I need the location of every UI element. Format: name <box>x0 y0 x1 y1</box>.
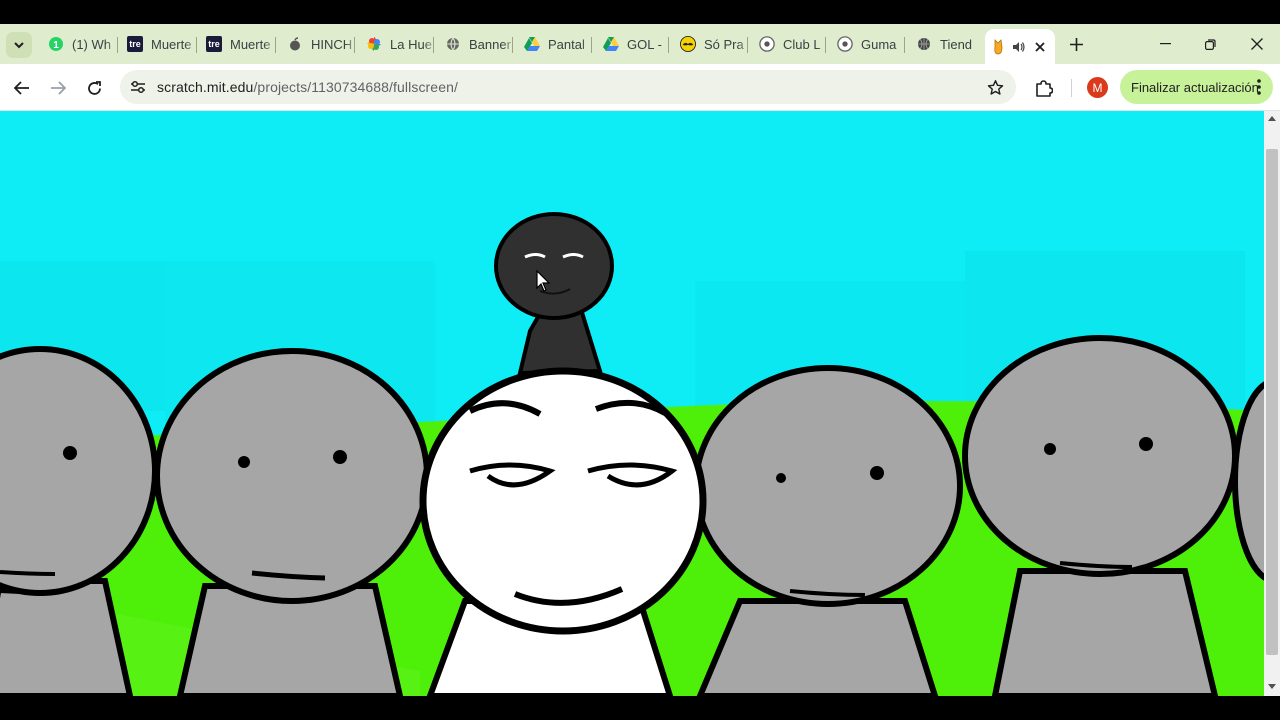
google-drive-icon <box>524 36 540 52</box>
tab-separator <box>512 37 513 53</box>
puzzle-icon <box>1036 80 1053 97</box>
more-menu-icon[interactable] <box>1257 79 1261 98</box>
whatsapp-icon: 1 <box>48 36 64 52</box>
tab-guma[interactable]: Guma <box>831 29 909 59</box>
apple-icon <box>287 36 303 52</box>
restore-button[interactable] <box>1190 30 1230 58</box>
tab-separator <box>825 37 826 53</box>
tab-hinch[interactable]: HINCH <box>281 29 359 59</box>
tab-label: Banner <box>469 36 511 52</box>
url-host: scratch.mit.edu <box>157 79 254 95</box>
plus-icon <box>1069 37 1083 51</box>
soccer-icon <box>759 36 775 52</box>
basketball-icon <box>916 36 932 52</box>
arrow-right-icon <box>51 81 66 95</box>
close-tab-icon[interactable] <box>1033 40 1047 54</box>
tre-icon: tre <box>127 36 143 52</box>
tab-banner[interactable]: Banner <box>439 29 517 59</box>
extensions-button[interactable] <box>1030 74 1058 102</box>
scrollbar-thumb[interactable] <box>1266 149 1278 655</box>
update-button[interactable]: Finalizar actualización <box>1120 70 1273 104</box>
tab-label: Muerte <box>230 36 271 52</box>
scratch-project-stage[interactable] <box>0 111 1264 696</box>
tab-separator <box>354 37 355 53</box>
gray-character-right <box>693 365 963 696</box>
stage-scene <box>0 111 1264 696</box>
profile-avatar[interactable]: M <box>1087 77 1108 98</box>
tab-gol[interactable]: GOL - <box>597 29 675 59</box>
tab-separator <box>117 37 118 53</box>
arrow-left-icon <box>14 81 29 95</box>
tab-la-hue[interactable]: La Hue <box>360 29 438 59</box>
tab-tienda[interactable]: Tiend <box>910 29 988 59</box>
tab-club[interactable]: Club L <box>753 29 831 59</box>
tab-search-button[interactable] <box>6 32 32 58</box>
tab-whatsapp[interactable]: 1 (1) Wh <box>42 29 120 59</box>
tab-label: Tiend <box>940 36 973 52</box>
video-letterbox-top <box>0 0 1280 24</box>
browser-tab-strip: 1 (1) Wh tre Muerte tre Muerte HINCH La … <box>0 24 1280 64</box>
forward-button[interactable] <box>44 74 72 102</box>
tab-separator <box>196 37 197 53</box>
close-window-button[interactable] <box>1237 30 1277 58</box>
scroll-down-arrow-icon[interactable] <box>1268 684 1276 689</box>
tab-label: Club L <box>783 36 821 52</box>
url-text: scratch.mit.edu/projects/1130734688/full… <box>157 79 458 95</box>
scratch-cat-icon <box>991 38 1007 55</box>
restore-icon <box>1204 38 1216 50</box>
tab-separator <box>668 37 669 53</box>
tab-separator <box>591 37 592 53</box>
tab-muerte-2[interactable]: tre Muerte <box>200 29 278 59</box>
globe-icon <box>445 36 461 52</box>
tab-label: (1) Wh <box>72 36 111 52</box>
tab-active-scratch[interactable] <box>985 29 1055 64</box>
back-button[interactable] <box>8 74 36 102</box>
tab-label: Muerte <box>151 36 192 52</box>
bookmark-star-button[interactable] <box>984 76 1006 98</box>
google-photos-icon <box>366 36 382 52</box>
video-letterbox-bottom <box>0 696 1280 720</box>
tab-separator <box>275 37 276 53</box>
browser-toolbar: scratch.mit.edu/projects/1130734688/full… <box>0 64 1280 111</box>
tab-muerte-1[interactable]: tre Muerte <box>121 29 199 59</box>
chevron-down-icon <box>14 42 24 49</box>
update-button-label: Finalizar actualización <box>1131 79 1259 95</box>
minimize-icon <box>1159 43 1171 45</box>
tab-label: Pantal <box>548 36 585 52</box>
minimize-button[interactable] <box>1145 30 1185 58</box>
new-tab-button[interactable] <box>1064 32 1088 56</box>
tab-label: Guma <box>861 36 897 52</box>
tab-pantal[interactable]: Pantal <box>518 29 596 59</box>
url-path: /projects/1130734688/fullscreen/ <box>253 79 458 95</box>
tune-icon <box>131 80 145 94</box>
reload-icon <box>87 80 101 95</box>
soccer-icon <box>837 36 853 52</box>
tab-label: HINCH <box>311 36 353 52</box>
tab-label: Só Pra <box>704 36 744 52</box>
toolbar-divider <box>1071 79 1072 97</box>
mustache-icon <box>680 36 696 52</box>
gray-character-left <box>154 348 430 696</box>
star-icon <box>987 79 1003 95</box>
svg-text:1: 1 <box>53 40 59 51</box>
tab-label: La Hue <box>390 36 432 52</box>
google-drive-icon <box>603 36 619 52</box>
tre-icon: tre <box>206 36 222 52</box>
site-info-button[interactable] <box>126 75 150 99</box>
address-bar[interactable]: scratch.mit.edu/projects/1130734688/full… <box>120 70 1016 104</box>
close-icon <box>1251 38 1263 50</box>
tab-so-pra[interactable]: Só Pra <box>674 29 752 59</box>
tab-separator <box>904 37 905 53</box>
tab-separator <box>433 37 434 53</box>
speaker-icon[interactable] <box>1011 39 1027 55</box>
scroll-up-arrow-icon[interactable] <box>1268 116 1276 121</box>
reload-button[interactable] <box>80 74 108 102</box>
tab-separator <box>747 37 748 53</box>
page-scrollbar[interactable] <box>1264 111 1280 696</box>
